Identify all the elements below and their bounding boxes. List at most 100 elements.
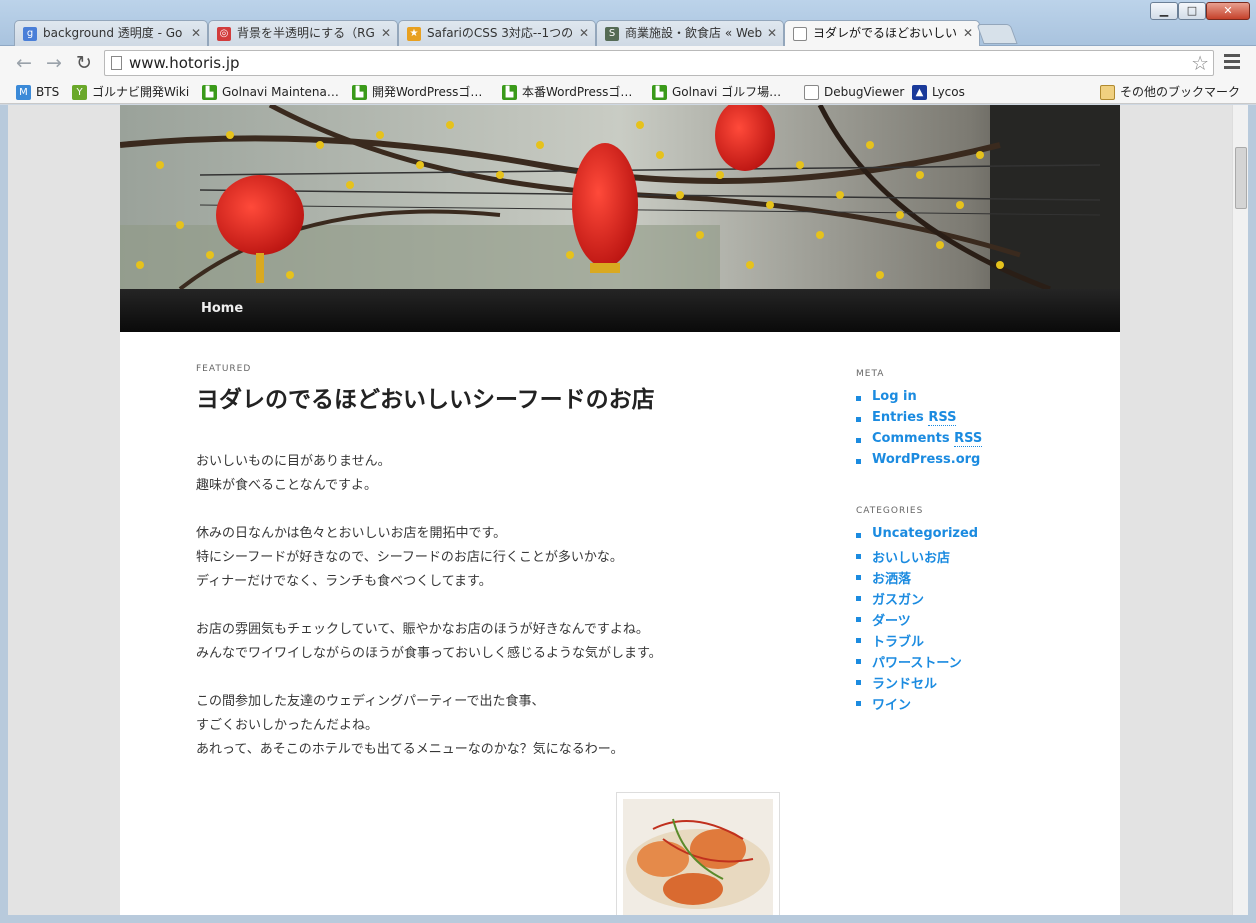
featured-label: FEATURED [196, 364, 252, 374]
bookmark-item[interactable]: ▙ Golnavi ゴルフ場… [652, 82, 781, 102]
close-window-button[interactable]: ✕ [1206, 2, 1250, 20]
tab-title: background 透明度 - Go [43, 26, 183, 40]
star-icon: ★ [407, 27, 421, 41]
text-line: あれって、あそこのホテルでも出てるメニューなのかな？気になるわー。 [196, 742, 624, 757]
text-line: すごくおいしかったんだよね。 [196, 718, 379, 733]
bookmark-label: Golnavi ゴルフ場… [672, 85, 782, 99]
text-line: 特にシーフードが好きなので、シーフードのお店に行くことが多いかな。 [196, 550, 623, 565]
bookmark-label: その他のブックマーク [1120, 85, 1241, 99]
text-line: この間参加した友達のウェディングパーティーで出た食事、 [196, 694, 545, 709]
dog-icon: ▲ [912, 85, 927, 100]
reload-button[interactable]: ↻ [72, 51, 96, 75]
bookmark-star-icon[interactable]: ☆ [1191, 51, 1209, 75]
ring-icon: ◎ [217, 27, 231, 41]
close-tab-icon[interactable]: ✕ [579, 21, 589, 46]
window-frame [0, 105, 8, 923]
meta-link[interactable]: Log in [856, 389, 982, 410]
scrollbar-thumb[interactable] [1235, 147, 1247, 209]
page-viewport: Home FEATURED ヨダレのでるほどおいしいシーフードのお店 おいしいも… [8, 105, 1232, 915]
rss-abbr: RSS [954, 431, 983, 447]
text-line: お店の雰囲気もチェックしていて、賑やかなお店のほうが好きなんですよね。 [196, 622, 649, 637]
categories-widget-title: CATEGORIES [856, 506, 924, 516]
bookmark-item[interactable]: Y ゴルナビ開発Wiki [72, 82, 189, 102]
tab-strip: g background 透明度 - Go ✕ ◎ 背景を半透明にする（RG ✕ ★ Safa… [14, 20, 1154, 47]
google-icon: g [23, 27, 37, 41]
post-image [616, 792, 780, 915]
bookmark-label: ゴルナビ開発Wiki [92, 85, 190, 99]
bookmark-label: Golnavi Maintena… [222, 85, 339, 99]
category-link[interactable]: トラブル [856, 631, 978, 652]
bookmark-item[interactable]: ▙ 本番WordPressゴ… [502, 82, 632, 102]
tab[interactable]: ◎ 背景を半透明にする（RG ✕ [208, 20, 398, 46]
forward-button[interactable]: → [42, 51, 66, 75]
header-image [120, 105, 1120, 289]
category-link[interactable]: ワイン [856, 694, 978, 715]
post-content: おいしいものに目がありません。 趣味が食べることなんですよ。休みの日なんかは色々と… [196, 450, 662, 786]
paragraph: 休みの日なんかは色々とおいしいお店を開拓中です。 特にシーフードが好きなので、シー… [196, 522, 662, 594]
m-icon: M [16, 85, 31, 100]
vertical-scrollbar[interactable] [1232, 105, 1248, 915]
bookmark-label: BTS [36, 85, 60, 99]
tab[interactable]: ヨダレがでるほどおいしい ✕ [784, 20, 980, 47]
plant-icon: Y [72, 85, 87, 100]
page-icon [804, 85, 819, 100]
category-link[interactable]: ダーツ [856, 610, 978, 631]
categories-list: Uncategorized おいしいお店 お洒落 ガスガン ダーツ トラブル パワーストーン… [856, 526, 978, 715]
page-icon [111, 56, 122, 70]
category-link[interactable]: お洒落 [856, 568, 978, 589]
tab[interactable]: g background 透明度 - Go ✕ [14, 20, 208, 46]
bookmark-item[interactable]: ▙ 開発WordPressゴ… [352, 82, 482, 102]
green-icon: ▙ [202, 85, 217, 100]
category-link[interactable]: パワーストーン [856, 652, 978, 673]
close-tab-icon[interactable]: ✕ [191, 21, 201, 46]
category-link[interactable]: ガスガン [856, 589, 978, 610]
bookmark-item[interactable]: ▙ Golnavi Maintena… [202, 82, 339, 102]
green-icon: ▙ [652, 85, 667, 100]
close-tab-icon[interactable]: ✕ [767, 21, 777, 46]
maximize-button[interactable]: □ [1178, 2, 1206, 20]
tab-title: 商業施設・飲食店 « Web [625, 26, 763, 40]
other-bookmarks-folder[interactable]: その他のブックマーク [1100, 82, 1240, 102]
s-icon: S [605, 27, 619, 41]
page-icon [793, 27, 807, 41]
bookmark-item[interactable]: DebugViewer [804, 82, 904, 102]
tab-title: SafariのCSS 3対応--1つの [427, 26, 574, 40]
browser-toolbar: ← → ↻ www.hotoris.jp ☆ [0, 46, 1256, 80]
bookmarks-bar: その他のブックマーク M BTS Y ゴルナビ開発Wiki ▙ Golnavi Maint… [0, 80, 1256, 104]
minimize-button[interactable]: ▁ [1150, 2, 1178, 20]
site-page: Home FEATURED ヨダレのでるほどおいしいシーフードのお店 おいしいも… [120, 105, 1120, 915]
close-tab-icon[interactable]: ✕ [381, 21, 391, 46]
address-bar[interactable]: www.hotoris.jp ☆ [104, 50, 1214, 76]
back-button[interactable]: ← [12, 51, 36, 75]
folder-icon [1100, 85, 1115, 100]
bookmark-item[interactable]: ▲ Lycos [912, 82, 965, 102]
meta-link[interactable]: WordPress.org [856, 452, 982, 473]
tab[interactable]: S 商業施設・飲食店 « Web ✕ [596, 20, 784, 46]
meta-link[interactable]: Entries RSS [856, 410, 982, 431]
meta-link[interactable]: Comments RSS [856, 431, 983, 452]
bookmark-item[interactable]: M BTS [16, 82, 59, 102]
rss-abbr: RSS [928, 410, 957, 426]
nav-home-link[interactable]: Home [201, 301, 243, 316]
close-tab-icon[interactable]: ✕ [963, 21, 973, 46]
category-link[interactable]: おいしいお店 [856, 547, 978, 568]
tab[interactable]: ★ SafariのCSS 3対応--1つの ✕ [398, 20, 596, 46]
tab-title: ヨダレがでるほどおいしい [813, 26, 958, 40]
paragraph: この間参加した友達のウェディングパーティーで出た食事、 すごくおいしかったんだよね… [196, 690, 662, 762]
tab-title: 背景を半透明にする（RG [237, 26, 375, 40]
category-link[interactable]: ランドセル [856, 673, 978, 694]
main-navigation: Home [120, 289, 1120, 332]
text-line: ディナーだけでなく、ランチも食べつくしてます。 [196, 574, 492, 589]
url-text: www.hotoris.jp [129, 54, 240, 72]
category-link[interactable]: Uncategorized [856, 526, 978, 547]
green-icon: ▙ [352, 85, 367, 100]
paragraph: おいしいものに目がありません。 趣味が食べることなんですよ。 [196, 450, 662, 498]
new-tab-button[interactable] [976, 24, 1018, 44]
text-line: みんなでワイワイしながらのほうが食事っておいしく感じるような気がします。 [196, 646, 662, 661]
window-frame [0, 915, 1256, 923]
bookmark-label: Lycos [932, 85, 965, 99]
post-title[interactable]: ヨダレのでるほどおいしいシーフードのお店 [196, 380, 655, 414]
bookmark-label: 開発WordPressゴ… [372, 85, 483, 99]
menu-icon[interactable] [1224, 54, 1240, 70]
window-titlebar: ▁ □ ✕ g background 透明度 - Go ✕ ◎ 背景を半透明にする（RG… [0, 0, 1256, 47]
